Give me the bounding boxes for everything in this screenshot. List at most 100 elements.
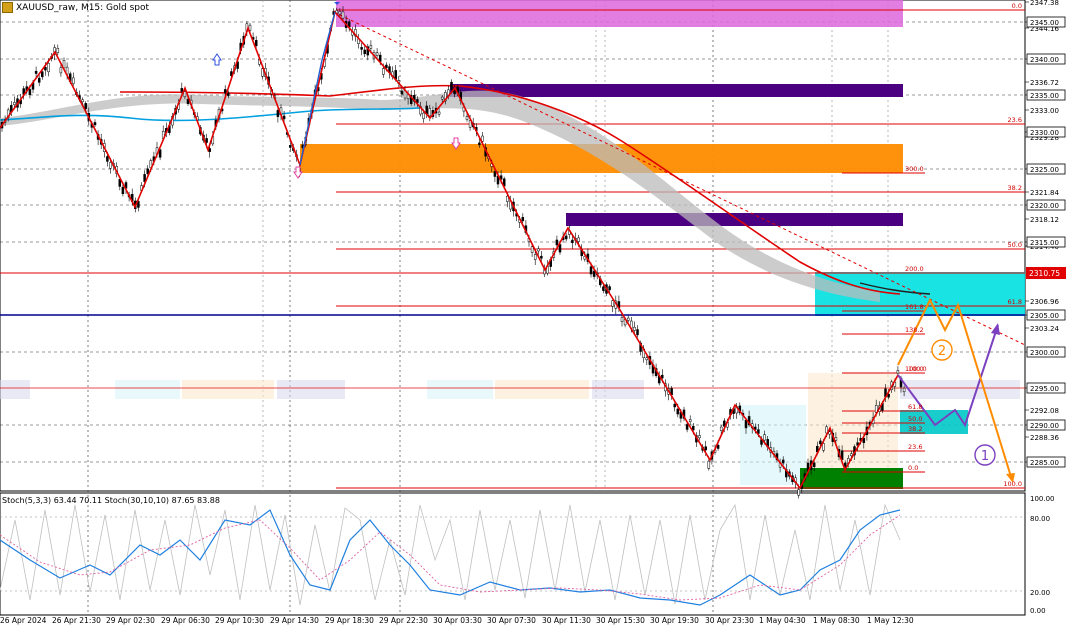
price-label: 2292.08	[1030, 407, 1059, 415]
price-label: 2333.00	[1030, 107, 1059, 115]
stoch-fast-line	[0, 503, 901, 606]
time-label: 1 May 08:30	[813, 616, 860, 625]
time-label: 30 Apr 03:30	[433, 616, 482, 625]
candle-body	[555, 239, 559, 246]
candle-body	[37, 77, 41, 83]
magenta-supply-zone	[336, 0, 903, 27]
green-zone	[800, 468, 903, 489]
candle-body	[84, 103, 87, 109]
fib-main-label: 38.2	[1008, 184, 1022, 192]
ma-red-line	[119, 84, 901, 295]
time-label: 30 Apr 23:30	[705, 616, 754, 625]
candle-body	[685, 424, 689, 430]
candle-body	[828, 431, 831, 435]
fib-small-label: 61.8	[908, 403, 922, 411]
time-label: 29 Apr 14:30	[270, 616, 319, 625]
price-chart[interactable]: 1 2 0.023.638.250.061.8100.0 100.0138.21…	[0, 0, 1067, 629]
candle-body	[822, 443, 825, 451]
time-label: 26 Apr 2024	[0, 616, 47, 625]
candle-body	[533, 254, 537, 260]
candle-body	[276, 110, 280, 117]
price-label: 2318.12	[1030, 216, 1059, 224]
wave-1-arrowhead	[991, 323, 1000, 335]
candle-body	[47, 63, 50, 73]
fib-small-label: 100.0	[908, 365, 927, 373]
candle-body	[564, 235, 568, 240]
price-label: 2336.72	[1030, 79, 1059, 87]
price-label: 2330.00	[1030, 129, 1059, 137]
candle-body	[571, 239, 574, 244]
indicator-scale: 100.00 80.00 20.00 0.00	[1030, 495, 1055, 615]
time-label: 29 Apr 22:30	[379, 616, 428, 625]
candle-body	[850, 453, 853, 457]
fib-extension-label: 138.2	[905, 326, 924, 334]
candle-body	[289, 145, 292, 148]
price-axis[interactable]: 2347.382344.162336.722333.002329.282321.…	[1025, 0, 1066, 468]
fibonacci-main-labels: 0.0 23.6 38.2 50.0 61.8 100.0	[1003, 2, 1022, 488]
candle-body	[673, 403, 676, 408]
candle-body	[626, 317, 630, 321]
price-label: 2315.00	[1030, 239, 1059, 247]
candle-body	[44, 66, 47, 71]
fib-small-label: 38.2	[908, 425, 922, 433]
time-label: 30 Apr 11:30	[542, 616, 591, 625]
indicator-scale-label: 80.00	[1030, 515, 1050, 523]
time-label: 29 Apr 18:30	[325, 616, 374, 625]
candle-body	[72, 77, 75, 84]
price-label: 2347.38	[1030, 0, 1059, 7]
candle-body	[109, 162, 112, 169]
candle-body	[797, 489, 800, 496]
indicator-scale-label: 20.00	[1030, 589, 1050, 597]
price-label: 2288.36	[1030, 434, 1059, 442]
candle-body	[41, 71, 44, 78]
candle-body	[896, 370, 900, 374]
price-label: 2300.00	[1030, 349, 1059, 357]
candle-body	[692, 425, 695, 431]
candle-body	[81, 99, 84, 103]
price-label: 2320.00	[1030, 202, 1059, 210]
candle-body	[506, 195, 509, 202]
time-label: 29 Apr 06:30	[161, 616, 210, 625]
price-label: 2285.00	[1030, 459, 1059, 467]
candle-body	[180, 88, 184, 92]
stoch-signal-line	[0, 514, 901, 601]
candle-body	[93, 122, 97, 126]
time-label: 30 Apr 15:30	[596, 616, 645, 625]
candle-body	[558, 244, 562, 253]
time-axis[interactable]: 26 Apr 2024 26 Apr 21:30 29 Apr 02:30 29 Ap…	[0, 616, 1025, 628]
candle-body	[608, 286, 611, 291]
candle-body	[763, 434, 766, 441]
fib-main-label: 61.8	[1008, 298, 1022, 306]
price-label: 2340.00	[1030, 56, 1059, 64]
candle-body	[521, 217, 525, 222]
price-label: 2345.00	[1030, 19, 1059, 27]
time-label: 29 Apr 10:30	[215, 616, 264, 625]
candle-body	[707, 460, 711, 469]
fib-small-label: 23.6	[908, 443, 922, 451]
time-label: 30 Apr 19:30	[650, 616, 699, 625]
candle-body	[227, 92, 230, 96]
candle-body	[254, 40, 258, 46]
stochastic-indicator: 100.00 80.00 20.00 0.00	[0, 495, 1055, 615]
fib-small-label: 0.0	[908, 464, 918, 472]
indicator-frame	[0, 492, 1026, 616]
fib-main-label: 50.0	[1008, 241, 1022, 249]
fibonacci-extension-labels: 100.0 138.2 161.8 200.0 300.0	[905, 165, 924, 373]
candle-body	[382, 68, 385, 75]
candle-body	[540, 255, 543, 259]
candle-body	[121, 186, 125, 194]
candle-body	[661, 374, 664, 379]
candle-body	[902, 387, 906, 393]
chart-window[interactable]: 1 2 0.0 23.6 38.2 50.0 61.8 100.0 100.0 138.2 1…	[0, 0, 1067, 629]
symbol-label: XAUUSD_raw, M15: Gold spot	[16, 2, 150, 13]
candle-body	[428, 108, 432, 117]
price-label: 2290.00	[1030, 422, 1059, 430]
candle-body	[592, 270, 596, 277]
indicator-label: Stoch(5,3,3) 63.44 70.11 Stoch(30,10,10)…	[2, 496, 220, 505]
candle-body	[611, 300, 614, 307]
fib-main-label: 23.6	[1008, 116, 1022, 124]
candle-body	[363, 49, 366, 55]
price-label: 2321.84	[1030, 189, 1059, 197]
candle-body	[59, 67, 63, 74]
current-price-label: 2310.75	[1029, 269, 1060, 278]
